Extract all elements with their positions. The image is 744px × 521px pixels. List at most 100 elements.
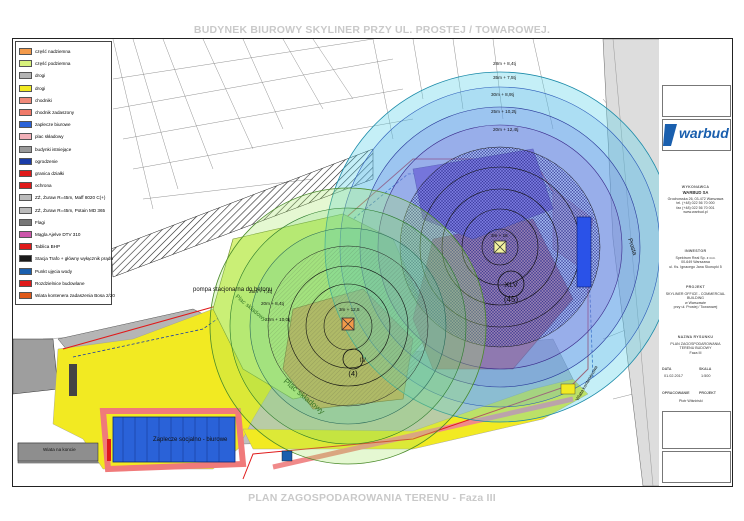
legend-label: chodnik zadaszony	[35, 110, 75, 115]
date-heading: DATA	[662, 367, 672, 371]
legend-label: Tablica BHP	[35, 244, 61, 250]
legend-label: zaplecze biurowe	[35, 122, 71, 128]
legend-item: budynki istniejące	[19, 145, 72, 153]
crane-range-label: 22m + 10,0tj	[265, 317, 290, 322]
legend-item: ogrodzenie	[19, 157, 58, 165]
legend-label: ochrona	[35, 183, 52, 189]
legend-item: część podziemna	[19, 60, 71, 68]
legend-label: plac składowy	[35, 134, 64, 140]
warbud-logo: warbud	[661, 120, 729, 150]
author-value: Piotr Wiśniński	[679, 399, 703, 403]
legend-item: ZŻ, Żuraw R=45m, Potain MD 365	[19, 206, 106, 214]
legend-item: Stacja Trafo + główny wyłącznik prądu	[19, 255, 114, 263]
existing-building-left	[13, 338, 59, 395]
legend-swatch	[19, 96, 32, 104]
crane-range-label: 20m + 8,4tj	[261, 301, 284, 306]
legend-swatch	[19, 292, 32, 299]
area-label: Zaplecze socjalno - biurowe	[153, 437, 228, 443]
crane-range-label: 35m + 7,5tj	[493, 75, 516, 80]
area-label: pompa stacjonarna do betonu	[193, 287, 272, 293]
legend-swatch	[19, 109, 32, 116]
legend-swatch	[19, 267, 32, 275]
page-title: BUDYNEK BIUROWY SKYLINER PRZY UL. PROSTE…	[193, 24, 551, 36]
project-heading: PROJEKT	[685, 285, 706, 289]
crane-iv-num: (4)	[348, 369, 358, 378]
date-value: 01.02.2017	[664, 374, 684, 378]
crane-range-label: 28m + 8,4tj	[493, 61, 516, 66]
legend-item: plac składowy	[19, 133, 64, 141]
title-block-box-3	[662, 411, 731, 449]
legend-label: ZŻ, Żuraw R=45m, Potain MD 365	[35, 207, 106, 213]
author-heading: OPRACOWANIE	[662, 391, 690, 395]
legend-item: ZŻ, Żuraw R=45m, Maff 8020 C(+)	[19, 194, 106, 202]
title-block-line: www.warbud.pl	[683, 210, 708, 215]
legend-label: budynki istniejące	[35, 146, 72, 152]
legend-label: część podziemna	[35, 61, 71, 67]
legend-swatch	[19, 243, 32, 251]
blue-container-right	[576, 216, 592, 288]
crane-range-label: 20m + 12,4tj	[493, 127, 518, 132]
legend-item: Flagi	[19, 218, 45, 226]
legend-item: Rozdzielnice budowlane	[19, 279, 85, 287]
legend-item: chodnik zadaszony	[19, 109, 74, 116]
legend-item: zaplecze biurowe	[19, 121, 71, 129]
legend-label: ogrodzenie	[35, 158, 58, 164]
legend-swatch	[19, 170, 32, 177]
legend-swatch	[19, 121, 32, 129]
legend-item: chodniki	[19, 96, 52, 104]
crane-xlv-num: (45)	[504, 295, 519, 304]
legend-swatch	[19, 72, 32, 80]
legend-item: drogi	[19, 72, 46, 80]
title-block-line: Faza III	[689, 350, 702, 355]
legend-label: Stacja Trafo + główny wyłącznik prądu	[35, 256, 114, 262]
legend-swatch	[19, 279, 32, 287]
crane-range-label: 3m + 12,5	[339, 307, 360, 312]
company-details: Grochowska 26, 03-472 Warszawa tel. (+48)…	[661, 197, 730, 215]
legend-swatch	[19, 231, 32, 238]
legend-swatch	[19, 145, 32, 153]
legend-label: ZŻ, Żuraw R=45m, Maff 8020 C(+)	[35, 195, 106, 201]
legend-swatch	[19, 194, 32, 202]
check-heading: PROJEKT	[699, 391, 716, 395]
legend-label: Rozdzielnice budowlane	[35, 280, 85, 286]
legend-item: Mągla Ajelve DTV 310	[19, 231, 80, 238]
footer-title: PLAN ZAGOSPODAROWANIA TERENU - Faza III	[248, 492, 496, 504]
legend-item: Tablica BHP	[19, 243, 61, 251]
title-block-line: ul. Ks. Ignacego Jana Skorupki 5	[669, 264, 722, 269]
legend-item: ochrona	[19, 182, 52, 190]
legend-item: granica działki	[19, 170, 64, 177]
legend-label: Mągla Ajelve DTV 310	[35, 232, 81, 237]
legend-swatch	[19, 60, 32, 68]
crane-range-label: 3m + 16	[491, 233, 508, 238]
crane-range-label: 30m + 8,9tj	[491, 92, 514, 97]
investor-details: Spektrum Real Sp. z o.o. 00-649 Warszawa u…	[661, 256, 730, 269]
investor-heading: INWESTOR	[684, 249, 707, 253]
company-heading: WYKONAWCA	[681, 185, 710, 189]
crane-iv-label: IV	[360, 357, 367, 364]
title-block-box-1	[662, 85, 731, 117]
title-block-box-4	[662, 451, 731, 483]
legend-label: drogi	[35, 73, 46, 79]
crane-range-label: 25m + 10,2tj	[491, 109, 516, 114]
legend-label: część nadziemna	[35, 49, 71, 54]
company-name: WARBUD SA	[682, 190, 709, 195]
legend-label: drogi	[35, 85, 46, 91]
container-strip	[17, 442, 99, 462]
legend-item: drogi	[19, 84, 46, 92]
legend-label: chodniki	[35, 97, 52, 103]
scale-value: 1:500	[701, 374, 711, 378]
legend-label: Flagi	[35, 219, 45, 225]
legend-label: granica działki	[35, 171, 65, 176]
legend-swatch	[19, 182, 32, 190]
drawing-details: PLAN ZAGOSPODAROWANIA TERENU BUDOWY Faza I…	[661, 342, 730, 355]
scale-heading: SKALA	[699, 367, 712, 371]
legend-swatch	[19, 206, 32, 214]
legend-swatch	[19, 48, 32, 55]
area-label: Wiata na koncie	[43, 447, 76, 452]
logo-text: warbud	[679, 125, 729, 141]
title-block: WYKONAWCA WARBUD SA Grochowska 26, 03-47…	[659, 38, 733, 487]
legend-item: Punkt ujęcia wody	[19, 267, 72, 275]
project-details: SKYLINER OFFICE - COMMERCIAL BUILDING w Wa…	[661, 292, 730, 310]
legend-swatch	[19, 218, 32, 226]
title-block-line: przy ul. Prostej / Towarowej	[673, 305, 718, 310]
